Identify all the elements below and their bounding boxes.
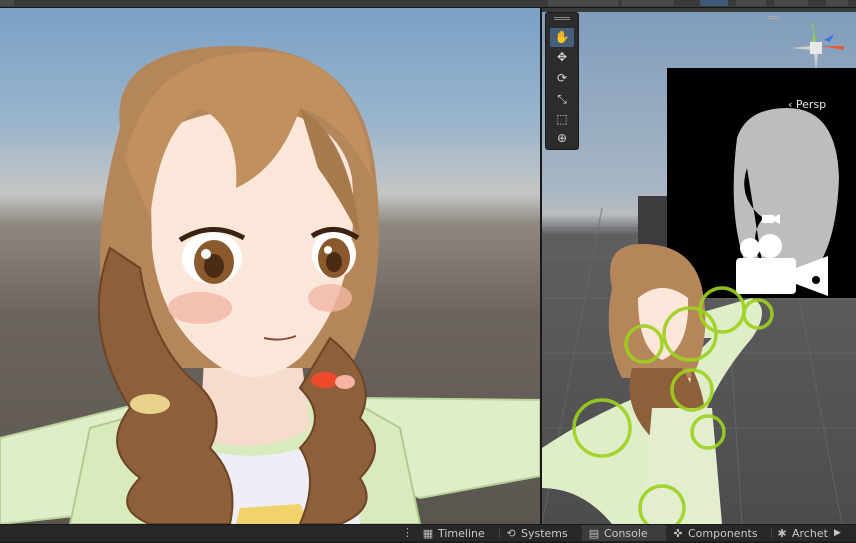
- tab-label: Timeline: [438, 527, 485, 540]
- tab-overflow-arrow-icon[interactable]: ▶: [834, 525, 841, 542]
- camera-gizmo-icon[interactable]: [732, 228, 842, 308]
- tab-systems[interactable]: ⟲ Systems: [505, 525, 575, 541]
- right-cheek: [308, 284, 352, 312]
- tab-archetypes[interactable]: ✱ Archet: [776, 525, 832, 541]
- bottom-tab-bar: ⋮ ▦ Timeline ⟲ Systems ▤ Console ✜ Component…: [0, 524, 856, 541]
- snap-increment-button[interactable]: [736, 0, 766, 6]
- scene-toggle-button[interactable]: [774, 0, 808, 6]
- chevron-left-icon: ‹: [788, 98, 793, 111]
- perspective-text: Persp: [795, 98, 827, 111]
- tool-palette-grip[interactable]: [554, 17, 570, 18]
- tab-label: Components: [688, 527, 758, 540]
- tab-separator: [771, 528, 772, 538]
- rect-tool-icon[interactable]: ⬚: [550, 110, 574, 129]
- move-tool-icon[interactable]: ✥: [550, 48, 574, 67]
- archetypes-icon: ✱: [777, 527, 787, 540]
- tab-components[interactable]: ✜ Components: [672, 525, 768, 541]
- components-icon: ✜: [673, 527, 683, 540]
- tab-label: Systems: [521, 527, 568, 540]
- systems-icon: ⟲: [506, 527, 516, 540]
- rotate-tool-icon[interactable]: ⟳: [550, 69, 574, 88]
- orientation-gizmo-icon[interactable]: y: [786, 18, 852, 84]
- game-view[interactable]: [0, 8, 540, 524]
- scene-tool-palette: ✋ ✥ ⟳ ⤡ ⬚ ⊕: [545, 12, 579, 150]
- top-toolbar-strip: [0, 0, 856, 7]
- hair-clip: [311, 372, 339, 388]
- tab-label: Archet: [792, 527, 828, 540]
- hand-tool-icon[interactable]: ✋: [550, 28, 574, 47]
- scene-view[interactable]: ✋ ✥ ⟳ ⤡ ⬚ ⊕ y ‹ Persp: [542, 8, 856, 524]
- tab-separator: [499, 528, 500, 538]
- pivot-dropdown[interactable]: [548, 0, 618, 6]
- scale-tool-icon[interactable]: ⤡: [550, 90, 574, 109]
- game-view-render: [0, 45, 540, 524]
- perspective-label[interactable]: ‹ Persp: [788, 98, 826, 111]
- grid-snap-button[interactable]: [700, 0, 728, 6]
- tab-console[interactable]: ▤ Console: [582, 525, 666, 541]
- gizmo-menu-icon[interactable]: [768, 16, 780, 17]
- more-options-icon[interactable]: ⋮: [402, 526, 413, 540]
- local-dropdown[interactable]: [622, 0, 674, 6]
- hair-clip-2: [335, 375, 355, 389]
- tab-timeline[interactable]: ▦ Timeline: [422, 525, 494, 541]
- hair-tie: [130, 394, 170, 414]
- timeline-icon: ▦: [422, 527, 434, 540]
- left-cheek: [168, 292, 232, 324]
- camera-small-icon: [762, 214, 780, 224]
- tab-label: Console: [604, 527, 648, 540]
- svg-text:y: y: [810, 21, 815, 30]
- account-button[interactable]: [826, 0, 848, 6]
- transform-tool-icon[interactable]: ⊕: [550, 129, 574, 148]
- console-icon: ▤: [588, 527, 600, 540]
